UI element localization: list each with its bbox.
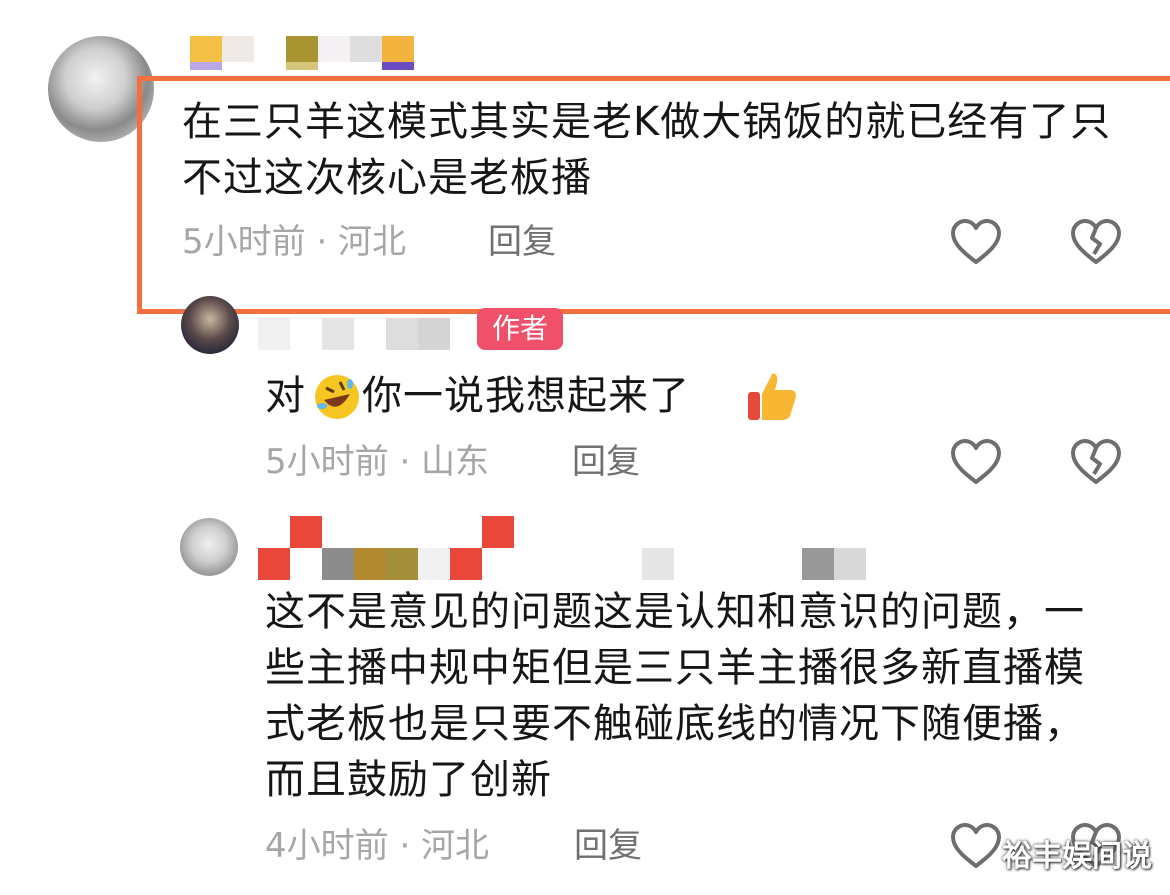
reply-button[interactable]: 回复: [574, 826, 642, 866]
heart-outline-icon[interactable]: [950, 218, 1002, 266]
username-blurred-row: [258, 548, 866, 580]
comment-thread: 在三只羊这模式其实是老K做大锅饭的就已经有了只不过这次核心是老板播 5小时前 ·…: [0, 0, 1170, 895]
avatar[interactable]: [48, 36, 154, 142]
avatar[interactable]: [180, 518, 238, 576]
username-blurred-row: [190, 62, 414, 70]
username-blurred[interactable]: [258, 318, 450, 350]
comment-text-part: 对: [265, 373, 306, 419]
broken-heart-icon[interactable]: [1070, 218, 1122, 266]
comment-text: 在三只羊这模式其实是老K做大锅饭的就已经有了只不过这次核心是老板播: [182, 99, 1112, 201]
username-blurred[interactable]: [258, 516, 514, 548]
comment-text: 这不是意见的问题这是认知和意识的问题，一些主播中规中矩但是三只羊主播很多新直播模…: [265, 589, 1085, 803]
rofl-emoji-icon: [312, 372, 362, 422]
comment-text-part: 你一说我想起来了: [362, 373, 690, 419]
thumbs-up-emoji-icon: [744, 368, 796, 420]
author-badge: 作者: [477, 308, 563, 350]
avatar[interactable]: [181, 296, 239, 354]
comment-meta: 5小时前 · 河北: [182, 222, 407, 262]
reply-button[interactable]: 回复: [488, 222, 556, 262]
broken-heart-icon[interactable]: [1070, 438, 1122, 486]
watermark: 裕丰娱间说: [1002, 839, 1152, 874]
heart-outline-icon[interactable]: [950, 438, 1002, 486]
comment-meta: 4小时前 · 河北: [265, 826, 490, 866]
heart-outline-icon[interactable]: [950, 822, 1002, 870]
comment-meta: 5小时前 · 山东: [265, 442, 490, 482]
reply-button[interactable]: 回复: [572, 442, 640, 482]
